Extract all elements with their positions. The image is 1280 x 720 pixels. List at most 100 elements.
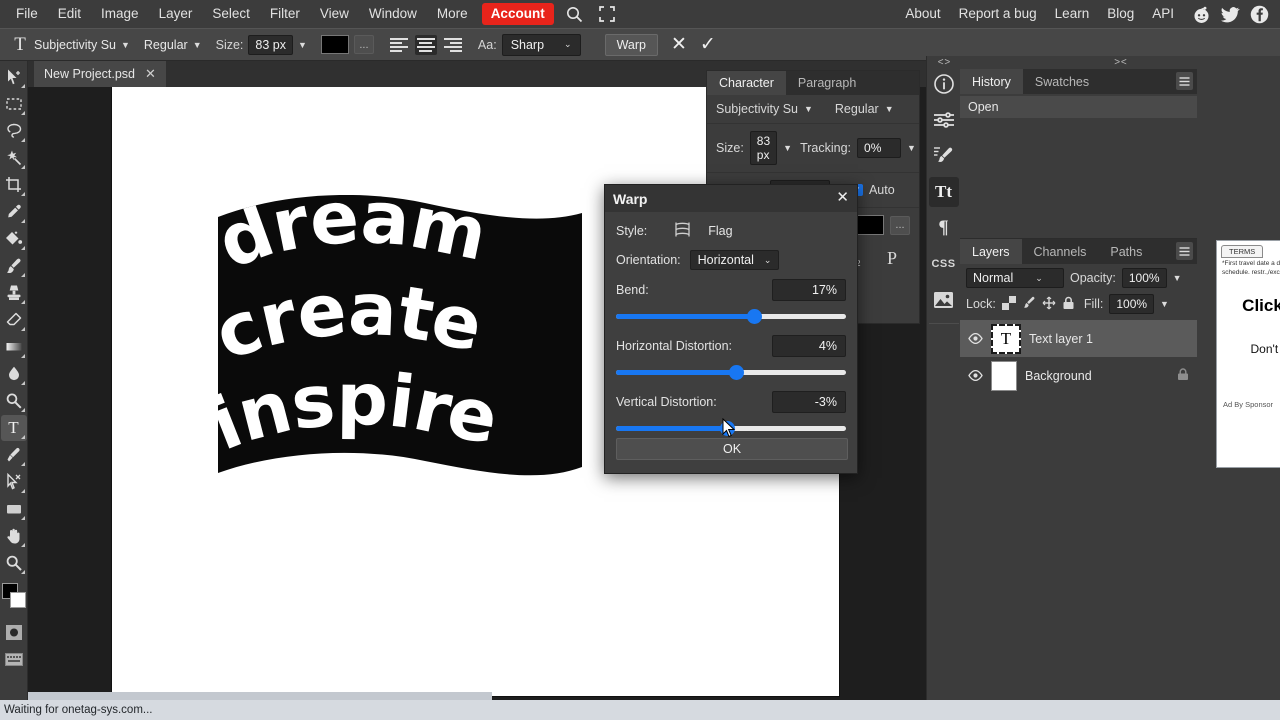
info-icon[interactable] [929, 69, 959, 99]
marquee-tool[interactable] [1, 91, 27, 117]
history-entry[interactable]: Open [960, 96, 1197, 118]
eye-icon[interactable] [968, 370, 983, 381]
ad-headline[interactable]: Click H [1217, 278, 1280, 316]
path-select-tool[interactable] [1, 469, 27, 495]
character-size-input[interactable]: 83 px [750, 131, 777, 165]
menu-item-about[interactable]: About [896, 3, 949, 25]
warp-button[interactable]: Warp [605, 34, 658, 56]
close-icon[interactable]: ✕ [145, 66, 156, 82]
warp-dialog-titlebar[interactable]: Warp ✕ [605, 185, 857, 212]
layer-row-text[interactable]: T Text layer 1 [960, 320, 1197, 357]
warp-vdistortion-value[interactable]: -3% [772, 391, 846, 413]
tab-paragraph[interactable]: Paragraph [786, 71, 868, 95]
css-icon[interactable]: CSS [929, 249, 959, 279]
lock-move-icon[interactable] [1042, 296, 1056, 313]
lasso-tool[interactable] [1, 118, 27, 144]
chevron-down-icon[interactable]: ▼ [783, 143, 792, 153]
font-size-control[interactable]: Size: 83 px ▼ [216, 35, 307, 55]
layer-thumbnail-text[interactable]: T [991, 324, 1021, 354]
fill-input[interactable]: 100% [1109, 294, 1154, 314]
menu-item-api[interactable]: API [1143, 3, 1183, 25]
magic-wand-tool[interactable] [1, 145, 27, 171]
warp-ok-button[interactable]: OK [616, 438, 848, 460]
menu-item-layer[interactable]: Layer [149, 3, 203, 25]
character-tracking-input[interactable]: 0% [857, 138, 901, 158]
flag-warp-icon[interactable] [673, 221, 692, 241]
brush-tool[interactable] [1, 253, 27, 279]
character-font-family[interactable]: Subjectivity Su [716, 102, 798, 116]
eraser-tool[interactable] [1, 307, 27, 333]
screen-mode-icon[interactable] [1, 646, 27, 672]
text-color-swatch[interactable] [321, 35, 349, 54]
character-icon[interactable]: Tt [929, 177, 959, 207]
opacity-input[interactable]: 100% [1122, 268, 1167, 288]
chevron-down-icon[interactable]: ▼ [804, 104, 813, 114]
character-font-style[interactable]: Regular [835, 102, 879, 116]
zoom-tool[interactable] [1, 550, 27, 576]
panel-menu-icon[interactable] [1176, 72, 1193, 90]
antialias-select[interactable]: Sharp ⌄ [502, 34, 581, 56]
chevron-down-icon[interactable]: ▼ [1173, 273, 1182, 283]
layer-thumbnail-background[interactable] [991, 361, 1017, 391]
document-tab[interactable]: New Project.psd ✕ [34, 61, 166, 87]
clone-stamp-tool[interactable] [1, 280, 27, 306]
align-left-button[interactable] [388, 35, 410, 55]
font-style-dropdown[interactable]: Regular ▼ [144, 38, 202, 52]
rail-grip[interactable]: < > [938, 56, 949, 69]
search-icon[interactable] [558, 4, 591, 25]
cancel-x-icon[interactable]: ✕ [671, 35, 687, 54]
warp-hdistortion-value[interactable]: 4% [772, 335, 846, 357]
lock-paint-icon[interactable] [1022, 296, 1036, 313]
warp-bend-value[interactable]: 17% [772, 279, 846, 301]
tab-swatches[interactable]: Swatches [1023, 69, 1101, 94]
font-family-dropdown[interactable]: Subjectivity Su ▼ [34, 38, 130, 52]
character-color-swatch[interactable] [856, 215, 884, 235]
text-tool[interactable]: T [1, 415, 27, 441]
tab-channels[interactable]: Channels [1022, 239, 1099, 264]
character-more-button[interactable]: ... [890, 216, 910, 235]
menu-item-file[interactable]: File [6, 3, 48, 25]
menu-item-window[interactable]: Window [359, 3, 427, 25]
reddit-icon[interactable] [1190, 3, 1212, 25]
paragraph-icon[interactable]: ¶ [929, 213, 959, 243]
menu-item-report-a-bug[interactable]: Report a bug [950, 3, 1046, 25]
warp-bend-slider[interactable] [616, 310, 846, 322]
tab-paths[interactable]: Paths [1098, 239, 1154, 264]
tab-character[interactable]: Character [707, 71, 786, 95]
chevron-down-icon[interactable]: ▼ [907, 143, 916, 153]
menu-item-blog[interactable]: Blog [1098, 3, 1143, 25]
slider-knob[interactable] [729, 365, 744, 380]
tab-history[interactable]: History [960, 69, 1023, 94]
facebook-icon[interactable] [1248, 3, 1270, 25]
hand-tool[interactable] [1, 523, 27, 549]
font-size-input[interactable]: 83 px [248, 35, 293, 55]
eyedropper-tool[interactable] [1, 199, 27, 225]
uppercase-icon[interactable]: P [887, 248, 897, 269]
menu-item-edit[interactable]: Edit [48, 3, 91, 25]
ad-terms-tab[interactable]: TERMS [1221, 245, 1263, 258]
tab-layers[interactable]: Layers [960, 239, 1022, 264]
close-icon[interactable]: ✕ [836, 188, 849, 206]
menu-item-select[interactable]: Select [202, 3, 260, 25]
layer-name[interactable]: Background [1025, 369, 1169, 383]
blend-mode-select[interactable]: Normal ⌄ [966, 268, 1064, 288]
align-right-button[interactable] [442, 35, 464, 55]
crop-tool[interactable] [1, 172, 27, 198]
twitter-icon[interactable] [1219, 3, 1241, 25]
warp-orientation-select[interactable]: Horizontal ⌄ [690, 250, 780, 270]
history-panel-grip[interactable]: > < [960, 56, 1280, 69]
warped-text-artwork[interactable]: dream create inspire [210, 195, 590, 515]
dodge-tool[interactable] [1, 388, 27, 414]
chevron-down-icon[interactable]: ▼ [1160, 299, 1169, 309]
chevron-down-icon[interactable]: ▼ [885, 104, 894, 114]
image-icon[interactable] [929, 285, 959, 315]
slider-knob[interactable] [747, 309, 762, 324]
more-options-button[interactable]: ... [354, 35, 374, 54]
shape-tool[interactable] [1, 496, 27, 522]
warp-hdistortion-slider[interactable] [616, 366, 846, 378]
blur-tool[interactable] [1, 361, 27, 387]
ad-popup[interactable]: TERMS *First travel date a days in sched… [1216, 240, 1280, 468]
commit-check-icon[interactable]: ✓ [700, 35, 716, 54]
horizontal-scrollbar[interactable] [28, 692, 492, 700]
chevron-down-icon[interactable]: ▼ [298, 40, 307, 50]
